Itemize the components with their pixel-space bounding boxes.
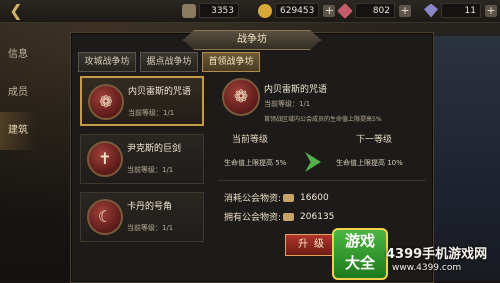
tab-siege-workshop[interactable]: 攻城战争坊 — [78, 52, 136, 72]
stone-icon — [182, 3, 196, 18]
spell-emblem-icon: ❁ — [222, 78, 260, 116]
add-gold-button[interactable]: + — [323, 4, 336, 17]
ruby-value: 802 — [372, 5, 390, 16]
next-effect: 生命值上限提高 10% — [336, 159, 403, 167]
back-arrow-icon[interactable]: ❮ — [6, 2, 26, 20]
resource-stone: 3353 — [182, 3, 239, 18]
watermark-url: www.4399.com — [392, 263, 462, 273]
guild-supplies-icon — [283, 193, 295, 202]
current-effect: 生命值上限提高 5% — [224, 159, 287, 167]
owned-value: 206135 — [300, 211, 335, 222]
watermark-title: 4399手机游戏网 — [386, 247, 488, 262]
spell-emblem-icon: ❁ — [88, 84, 124, 120]
detail-level: 当前等级：1/1 — [264, 100, 311, 108]
sword-emblem-icon: ✝ — [87, 141, 123, 177]
cost-row: 消耗公会物资: 16600 — [224, 191, 329, 205]
divider — [218, 180, 426, 181]
stone-value: 3353 — [211, 5, 234, 16]
building-level: 当前等级：1/1 — [127, 166, 174, 174]
next-level-heading: 下一等级 — [356, 135, 393, 145]
nav-buildings[interactable]: 建筑 — [0, 112, 36, 150]
add-diamond-button[interactable]: + — [485, 4, 497, 17]
panel-title: 战争坊 — [183, 30, 321, 50]
owned-row: 拥有公会物资: 206135 — [224, 210, 335, 224]
detail-description: 首领战区域内公会成员的生命值上限提高5% — [264, 116, 382, 123]
gold-coin-icon — [258, 3, 272, 18]
building-name: 卡丹的号角 — [127, 202, 173, 212]
watermark-logo-line2: 大全 — [344, 254, 375, 272]
nav-info[interactable]: 信息 — [0, 36, 36, 74]
building-card-horn[interactable]: ☾ 卡丹的号角 当前等级：1/1 — [80, 192, 204, 242]
resource-ruby: 802 + — [337, 2, 411, 19]
add-ruby-button[interactable]: + — [399, 4, 411, 17]
building-level: 当前等级：1/1 — [127, 224, 174, 232]
building-list: ❁ 内贝雷斯的咒语 当前等级：1/1 ✝ 尹克斯的巨剑 当前等级：1/1 ☾ 卡… — [80, 76, 204, 250]
diamond-value: 11 — [464, 5, 476, 16]
resource-diamond: 11 + — [424, 3, 497, 18]
current-level-heading: 当前等级 — [232, 135, 269, 145]
building-card-sword[interactable]: ✝ 尹克斯的巨剑 当前等级：1/1 — [80, 134, 204, 184]
nav-members[interactable]: 成员 — [0, 74, 36, 112]
building-name: 尹克斯的巨剑 — [127, 144, 182, 154]
guild-supplies-icon — [283, 212, 295, 221]
horn-emblem-icon: ☾ — [87, 199, 123, 235]
ruby-icon — [337, 2, 353, 19]
cost-value: 16600 — [300, 192, 329, 203]
resource-bar: ❮ 3353 629453 + 802 + 11 + — [0, 0, 500, 23]
watermark-logo-line1: 游戏 — [344, 232, 375, 250]
side-navigation: 信息 成员 建筑 — [0, 36, 36, 150]
owned-label: 拥有公会物资: — [224, 213, 282, 223]
building-card-spell[interactable]: ❁ 内贝雷斯的咒语 当前等级：1/1 — [80, 76, 204, 126]
diamond-icon — [424, 3, 438, 18]
building-level: 当前等级：1/1 — [128, 109, 175, 117]
cost-label: 消耗公会物资: — [224, 194, 282, 204]
tab-boss-workshop[interactable]: 首领战争坊 — [202, 52, 260, 72]
resource-gold: 629453 + — [258, 3, 336, 18]
gold-value: 629453 — [280, 5, 315, 16]
tab-stronghold-workshop[interactable]: 据点战争坊 — [140, 52, 198, 72]
tab-bar: 攻城战争坊 据点战争坊 首领战争坊 — [78, 52, 260, 72]
detail-title: 内贝雷斯的咒语 — [264, 85, 328, 95]
watermark-logo: 游戏 大全 — [332, 228, 388, 280]
building-name: 内贝雷斯的咒语 — [128, 87, 192, 97]
